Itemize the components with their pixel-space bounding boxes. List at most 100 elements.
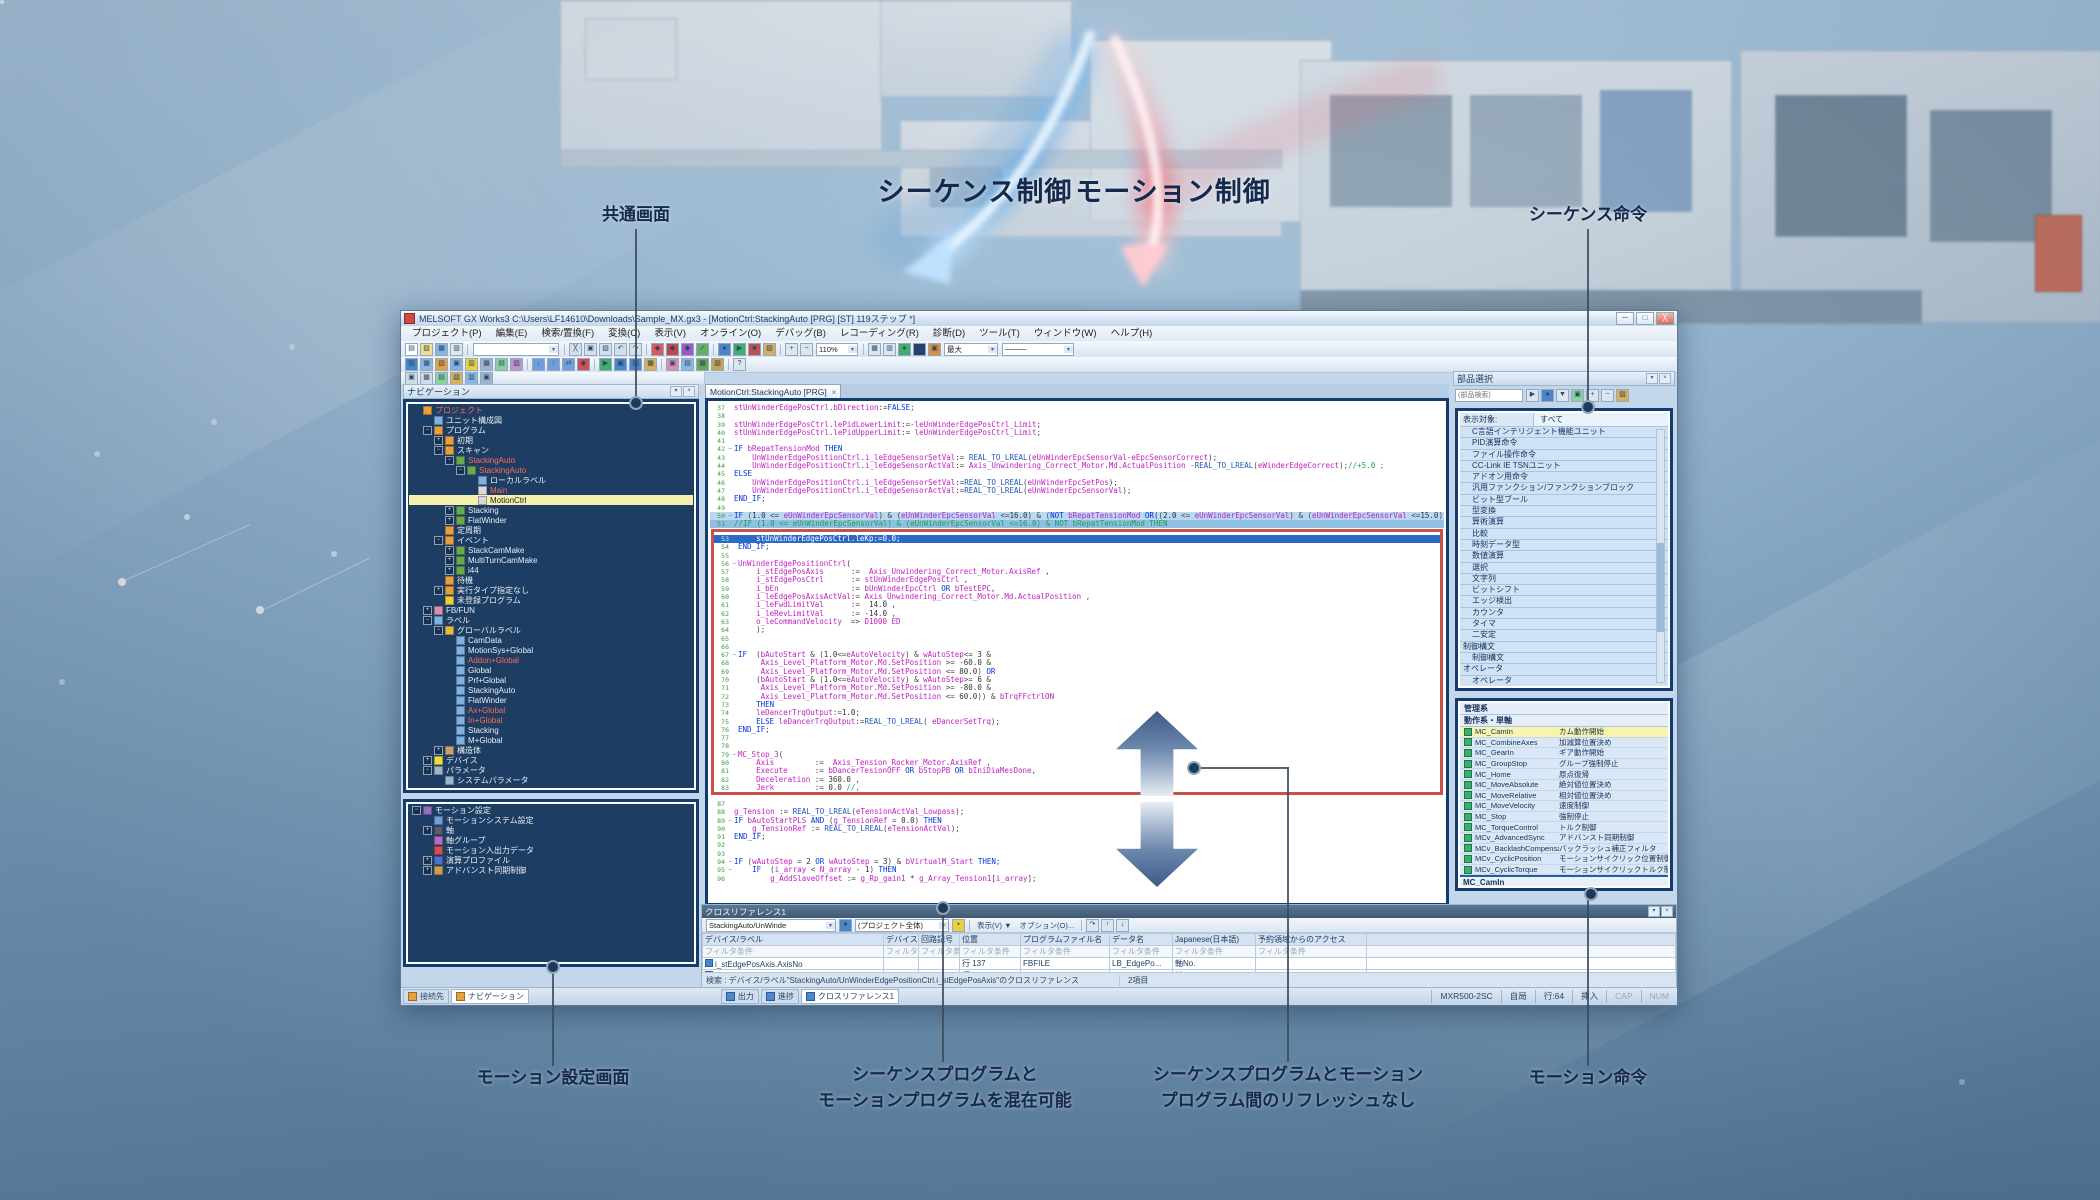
address-combo[interactable]: ▾ [473,343,559,356]
menu-item[interactable]: レコーディング(R) [833,326,926,341]
open-project-icon[interactable]: ▨ [420,343,433,356]
device-test-icon[interactable]: ▨ [763,343,776,356]
tree-expander[interactable]: + [423,826,432,835]
tree-item[interactable]: −プログラム [409,425,693,435]
category-row[interactable]: ビット型ブール [1460,495,1668,506]
fold-marker[interactable]: − [726,858,734,866]
memory-icon[interactable]: ▨ [510,358,523,371]
category-row[interactable]: 文字列 [1460,574,1668,585]
maximize-button[interactable]: □ [1636,312,1654,325]
zoom-out-icon[interactable]: − [800,343,813,356]
print-icon[interactable]: ▥ [450,343,463,356]
instruction-group-header[interactable]: 管理系 [1460,703,1668,715]
new-project-icon[interactable]: ▤ [405,343,418,356]
tree-item[interactable]: +構造体 [409,745,693,755]
tree-expander[interactable]: + [423,606,432,615]
crossref-scope-combo[interactable]: (プロジェクト全体) ▾ [855,919,949,932]
tree-item[interactable]: −スキャン [409,445,693,455]
label-icon[interactable]: ▣ [450,358,463,371]
display-target-row[interactable]: 表示対象: すべて [1460,413,1668,427]
tree-expander[interactable]: − [456,466,465,475]
line-style-combo[interactable]: ────▾ [1002,343,1074,356]
tab-close-icon[interactable]: × [832,388,837,397]
unit-configuration-icon[interactable]: ▦ [420,358,433,371]
tree-item[interactable]: +StackCamMake [409,545,693,555]
instruction-row[interactable]: MC_MoveVelocity速度制御 [1460,801,1668,812]
tree-expander[interactable]: − [445,456,454,465]
category-row[interactable]: C言語インテリジェント機能ユニット [1460,427,1668,438]
fold-marker[interactable]: − [726,512,734,520]
category-row[interactable]: PID演算命令 [1460,438,1668,449]
tree-item[interactable]: CamData [409,635,693,645]
category-row[interactable]: 算術演算 [1460,517,1668,528]
menu-item[interactable]: 変換(C) [601,326,647,341]
category-row[interactable]: 制御構文 [1460,642,1668,653]
watch-window-icon[interactable]: ▶ [599,358,612,371]
category-row[interactable]: 数値演算 [1460,551,1668,562]
navigation-window-icon[interactable]: ▤ [405,358,418,371]
menu-item[interactable]: プロジェクト(P) [405,326,489,341]
fold-marker[interactable]: − [726,817,734,825]
device-icon[interactable]: ▥ [465,358,478,371]
dock-tab-出力[interactable]: 出力 [721,989,759,1004]
pin-icon[interactable]: ▾ [1648,906,1660,917]
tree-expander[interactable]: − [423,616,432,625]
tree-expander[interactable]: − [434,446,443,455]
tree-item[interactable]: +FlatWinder [409,515,693,525]
tree-item[interactable]: MotionSys+Global [409,645,693,655]
sfc-icon[interactable]: ▧ [711,358,724,371]
search-icon[interactable]: ● [839,919,852,932]
tree-item[interactable]: +軸 [409,825,693,835]
instruction-row[interactable]: MCv_BacklashCompensaバックラッシュ補正フィルタ [1460,844,1668,855]
category-row[interactable]: オペレータ [1460,676,1668,686]
fold-marker[interactable]: − [726,445,734,453]
tree-item[interactable]: ユニット構成図 [409,415,693,425]
tree-item[interactable]: −StackingAuto [409,465,693,475]
verify-icon[interactable]: ⇄ [562,358,575,371]
category-row[interactable]: タイマ [1460,619,1668,630]
tree-item[interactable]: Stacking [409,725,693,735]
tree-item[interactable]: ローカルラベル [409,475,693,485]
fold-marker[interactable]: − [726,866,734,874]
instruction-row[interactable]: MC_MoveRelative相対値位置決め [1460,791,1668,802]
instruction-row[interactable]: MC_GroupStopグループ強制停止 [1460,759,1668,770]
instruction-row[interactable]: MC_MoveAbsolute絶対値位置決め [1460,780,1668,791]
category-row[interactable]: 選択 [1460,563,1668,574]
window-cascade-icon[interactable]: ▦ [868,343,881,356]
tree-item[interactable]: Global [409,665,693,675]
instruction-row[interactable]: MC_TorqueControlトルク制御 [1460,822,1668,833]
window-tile-icon[interactable]: ▥ [883,343,896,356]
tree-item[interactable]: Main [409,485,693,495]
fold-marker[interactable]: − [730,751,738,759]
tree-item[interactable]: システムパラメータ [409,775,693,785]
zoom-in-icon[interactable]: + [785,343,798,356]
tree-item[interactable]: −イベント [409,535,693,545]
tree-expander[interactable]: + [434,746,443,755]
category-row[interactable]: 比較 [1460,529,1668,540]
crossref-row[interactable]: i_stEdgePosAxis.AxisNo行 137FBFILELB_Edge… [703,958,1676,970]
tree-item[interactable]: 未登録プログラム [409,595,693,605]
options-button[interactable]: オプション(O)... [1016,920,1079,931]
view-menu-button[interactable]: 表示(V) ▼ [973,920,1016,931]
tree-item[interactable]: +初期 [409,435,693,445]
status-offline-icon[interactable]: ● [913,343,926,356]
menu-item[interactable]: オンライン(O) [693,326,768,341]
menu-item[interactable]: ウィンドウ(W) [1027,326,1104,341]
instruction-row[interactable]: MC_CamInカム動作開始 [1460,727,1668,738]
cut-icon[interactable]: ╳ [569,343,582,356]
option-icon[interactable]: ▣ [480,372,493,385]
dock-tab-接続先[interactable]: 接続先 [403,989,449,1004]
monitor-start-icon[interactable]: ▶ [733,343,746,356]
tree-item[interactable]: −モーション設定 [409,805,693,815]
tree-item[interactable]: −グローバルラベル [409,625,693,635]
tree-expander[interactable]: − [423,426,432,435]
key-icon[interactable]: ▪ [952,919,965,932]
instruction-row[interactable]: MC_GearInギア動作開始 [1460,748,1668,759]
pin-icon[interactable]: ▾ [1646,373,1658,384]
menu-item[interactable]: ヘルプ(H) [1104,326,1160,341]
category-row[interactable]: 型変換 [1460,506,1668,517]
fold-marker[interactable]: − [730,560,738,568]
cross-reference-header[interactable]: クロスリファレンス1 ▾ × [702,905,1676,918]
category-row[interactable]: ファイル操作命令 [1460,450,1668,461]
tree-expander[interactable]: − [434,536,443,545]
